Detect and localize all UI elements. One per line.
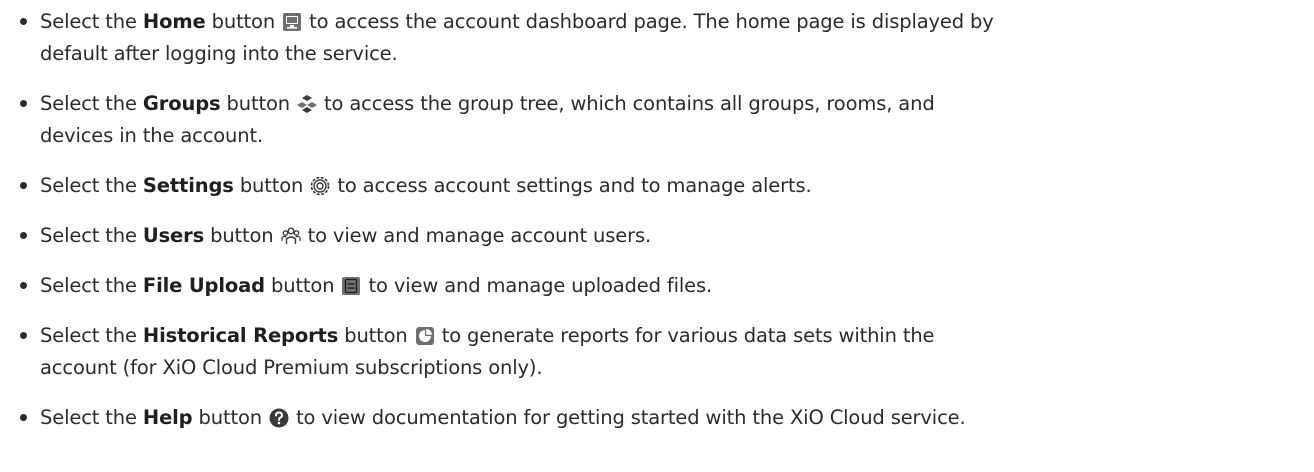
group-tree-icon (297, 94, 317, 114)
sentence-start: Select the (40, 224, 143, 247)
sentence-end: to access account settings and to manage… (331, 174, 812, 197)
sentence-mid: button (264, 274, 341, 297)
list-item-text: Select the Historical Reports button to … (40, 320, 1310, 384)
list-item-text: Select the Users button to view and mana… (40, 220, 1310, 252)
sentence-start: Select the (40, 10, 143, 33)
bullet (20, 182, 27, 189)
button-name-groups: Groups (142, 92, 221, 115)
sentence-end: to generate reports for various data set… (435, 324, 935, 347)
sentence-start: Select the (40, 274, 143, 297)
sentence-start: Select the (40, 406, 143, 429)
sentence-mid: button (220, 92, 296, 115)
sentence-start: Select the (40, 174, 143, 197)
file-upload-icon (341, 276, 361, 296)
list-item-text: Select the Settings button to access acc… (40, 170, 1310, 202)
users-icon (280, 226, 301, 246)
bullet (20, 414, 27, 421)
bullet (20, 18, 27, 25)
sentence-start: Select the (40, 92, 143, 115)
sentence-end: to view and manage uploaded files. (362, 274, 713, 297)
sentence-end: to view documentation for getting starte… (290, 406, 966, 429)
bullet (20, 100, 27, 107)
help-icon (269, 408, 289, 428)
sentence-continued: devices in the account. (40, 124, 264, 147)
button-name-home: Home (142, 10, 206, 33)
list-item-text: Select the Help button to view documenta… (40, 402, 1310, 434)
list-item-text: Select the File Upload button to view an… (40, 270, 1310, 302)
bullet (20, 332, 27, 339)
bullet (20, 232, 27, 239)
list-item-text: Select the Home button to access the acc… (40, 6, 1310, 70)
button-name-historical-reports: Historical Reports (142, 324, 339, 347)
gear-icon (310, 176, 330, 196)
sentence-end: to view and manage account users. (301, 224, 652, 247)
button-name-help: Help (142, 406, 193, 429)
sentence-mid: button (192, 406, 269, 429)
sentence-mid: button (204, 224, 280, 247)
sentence-continued: account (for XiO Cloud Premium subscript… (40, 356, 543, 379)
monitor-icon (282, 12, 302, 32)
button-name-settings: Settings (142, 174, 234, 197)
sentence-mid: button (233, 174, 310, 197)
list-item-text: Select the Groups button to access the g… (40, 88, 1310, 152)
sentence-mid: button (205, 10, 282, 33)
sentence-continued: default after logging into the service. (40, 42, 398, 65)
button-name-users: Users (142, 224, 205, 247)
sentence-mid: button (338, 324, 414, 347)
sentence-start: Select the (40, 324, 143, 347)
bullet (20, 282, 27, 289)
pie-chart-icon (415, 326, 435, 346)
sentence-end: to access the account dashboard page. Th… (303, 10, 994, 33)
sentence-end: to access the group tree, which contains… (318, 92, 935, 115)
button-name-file-upload: File Upload (142, 274, 265, 297)
